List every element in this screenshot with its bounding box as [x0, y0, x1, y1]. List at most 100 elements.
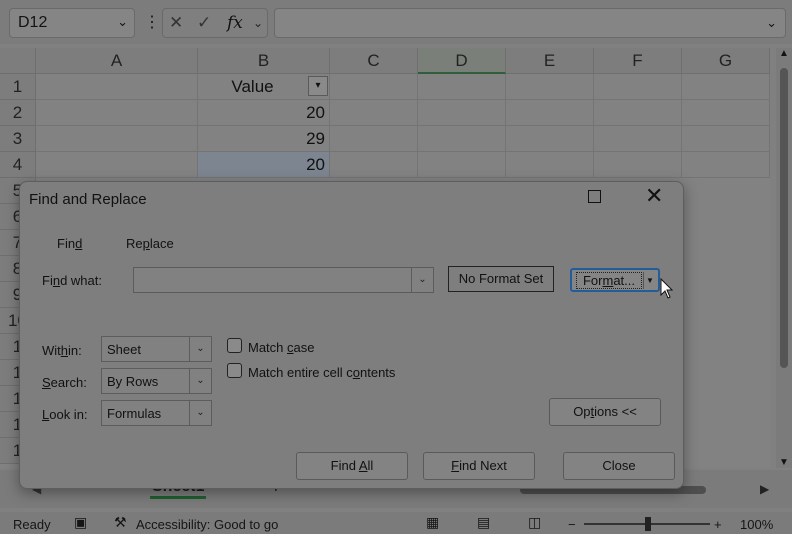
cell-g3[interactable]: [682, 126, 770, 152]
find-what-label: Find what:: [42, 273, 102, 288]
format-preview: No Format Set: [448, 266, 554, 292]
column-header-d[interactable]: D: [418, 48, 506, 74]
zoom-in-button[interactable]: +: [714, 517, 722, 532]
zoom-out-button[interactable]: −: [568, 517, 576, 532]
cell-f3[interactable]: [594, 126, 682, 152]
filter-dropdown-icon[interactable]: ▾: [308, 76, 328, 96]
cell-f1[interactable]: [594, 74, 682, 100]
row-header[interactable]: 2: [0, 100, 36, 126]
more-options-icon[interactable]: ⋮: [144, 12, 160, 32]
close-button[interactable]: Close: [563, 452, 675, 480]
match-entire-cell-label[interactable]: Match entire cell contents: [248, 365, 395, 380]
scroll-up-icon[interactable]: ▲: [779, 48, 789, 59]
within-label: Within:: [42, 343, 82, 358]
cell-b2[interactable]: 20: [198, 100, 330, 126]
scroll-down-icon[interactable]: ▼: [779, 457, 789, 468]
within-select[interactable]: Sheet ⌄: [101, 336, 212, 362]
accessibility-icon[interactable]: ⚒: [114, 514, 127, 531]
cell-e1[interactable]: [506, 74, 594, 100]
cell-g1[interactable]: [682, 74, 770, 100]
cell-f4[interactable]: [594, 152, 682, 178]
cell-a2[interactable]: [36, 100, 198, 126]
match-case-checkbox[interactable]: [227, 338, 242, 353]
dialog-title: Find and Replace: [29, 191, 147, 208]
cell-f2[interactable]: [594, 100, 682, 126]
tab-find[interactable]: Find: [57, 236, 82, 251]
search-label: Search:: [42, 375, 87, 390]
status-ready: Ready: [13, 517, 51, 532]
column-header-a[interactable]: A: [36, 48, 198, 74]
formula-bar: D12 ⌄ ⋮ ✕ ✓ fx ⌄ ⌄: [0, 0, 792, 44]
cell-d4[interactable]: [418, 152, 506, 178]
match-case-label[interactable]: Match case: [248, 340, 314, 355]
tab-replace[interactable]: Replace: [126, 236, 174, 251]
vertical-scrollbar[interactable]: ▲ ▼: [776, 48, 792, 468]
cell-e2[interactable]: [506, 100, 594, 126]
row-header[interactable]: 1: [0, 74, 36, 100]
format-button-label[interactable]: Format...: [576, 272, 642, 289]
cell-g4[interactable]: [682, 152, 770, 178]
normal-view-icon[interactable]: ▦: [426, 514, 439, 531]
chevron-down-icon[interactable]: ⌄: [189, 369, 211, 393]
cell-a4[interactable]: [36, 152, 198, 178]
cell-g2[interactable]: [682, 100, 770, 126]
formula-buttons: ✕ ✓ fx ⌄: [162, 8, 268, 38]
maximize-icon[interactable]: [588, 190, 601, 203]
match-entire-cell-checkbox[interactable]: [227, 363, 242, 378]
status-bar: Ready ▣ ⚒ Accessibility: Good to go ▦ ▤ …: [0, 512, 792, 534]
scroll-right-icon[interactable]: ▶: [760, 482, 769, 496]
cell-e4[interactable]: [506, 152, 594, 178]
cell-c2[interactable]: [330, 100, 418, 126]
search-value: By Rows: [107, 374, 159, 389]
chevron-down-icon[interactable]: ⌄: [766, 15, 777, 31]
formula-input[interactable]: ⌄: [274, 8, 786, 38]
column-header-f[interactable]: F: [594, 48, 682, 74]
cancel-icon[interactable]: ✕: [169, 13, 183, 33]
options-button[interactable]: Options <<: [549, 398, 661, 426]
chevron-down-icon[interactable]: ⌄: [117, 14, 128, 30]
cell-a3[interactable]: [36, 126, 198, 152]
format-dropdown-icon[interactable]: ▼: [643, 272, 656, 289]
cell-d2[interactable]: [418, 100, 506, 126]
column-header-b[interactable]: B: [198, 48, 330, 74]
name-box-value: D12: [18, 14, 48, 31]
format-button[interactable]: Format... ▼: [570, 268, 660, 292]
cell-c1[interactable]: [330, 74, 418, 100]
row-header[interactable]: 3: [0, 126, 36, 152]
page-layout-view-icon[interactable]: ▤: [477, 514, 490, 531]
cell-e3[interactable]: [506, 126, 594, 152]
cell-c4[interactable]: [330, 152, 418, 178]
look-in-label: Look in:: [42, 407, 88, 422]
insert-function-icon[interactable]: fx: [227, 13, 243, 33]
chevron-down-icon[interactable]: ⌄: [411, 268, 433, 292]
cell-c3[interactable]: [330, 126, 418, 152]
enter-icon[interactable]: ✓: [197, 13, 211, 33]
column-header-g[interactable]: G: [682, 48, 770, 74]
find-next-button[interactable]: Find Next: [423, 452, 535, 480]
search-select[interactable]: By Rows ⌄: [101, 368, 212, 394]
column-header-c[interactable]: C: [330, 48, 418, 74]
cell-a1[interactable]: [36, 74, 198, 100]
macro-recording-icon[interactable]: ▣: [74, 514, 87, 531]
select-all-corner[interactable]: [0, 48, 36, 74]
column-header-e[interactable]: E: [506, 48, 594, 74]
find-all-button[interactable]: Find All: [296, 452, 408, 480]
mouse-pointer-icon: [660, 278, 674, 299]
vertical-scroll-thumb[interactable]: [780, 68, 788, 368]
zoom-level[interactable]: 100%: [740, 517, 773, 532]
zoom-slider-handle[interactable]: [645, 517, 651, 531]
look-in-select[interactable]: Formulas ⌄: [101, 400, 212, 426]
accessibility-status[interactable]: Accessibility: Good to go: [136, 517, 278, 532]
chevron-down-icon[interactable]: ⌄: [253, 16, 263, 30]
close-icon[interactable]: ✕: [645, 184, 663, 208]
name-box[interactable]: D12 ⌄: [9, 8, 135, 38]
row-header[interactable]: 4: [0, 152, 36, 178]
page-break-view-icon[interactable]: ◫: [528, 514, 541, 531]
chevron-down-icon[interactable]: ⌄: [189, 401, 211, 425]
chevron-down-icon[interactable]: ⌄: [189, 337, 211, 361]
cell-b3[interactable]: 29: [198, 126, 330, 152]
cell-d1[interactable]: [418, 74, 506, 100]
find-what-input[interactable]: ⌄: [133, 267, 434, 293]
cell-b4[interactable]: 20: [198, 152, 330, 178]
cell-d3[interactable]: [418, 126, 506, 152]
